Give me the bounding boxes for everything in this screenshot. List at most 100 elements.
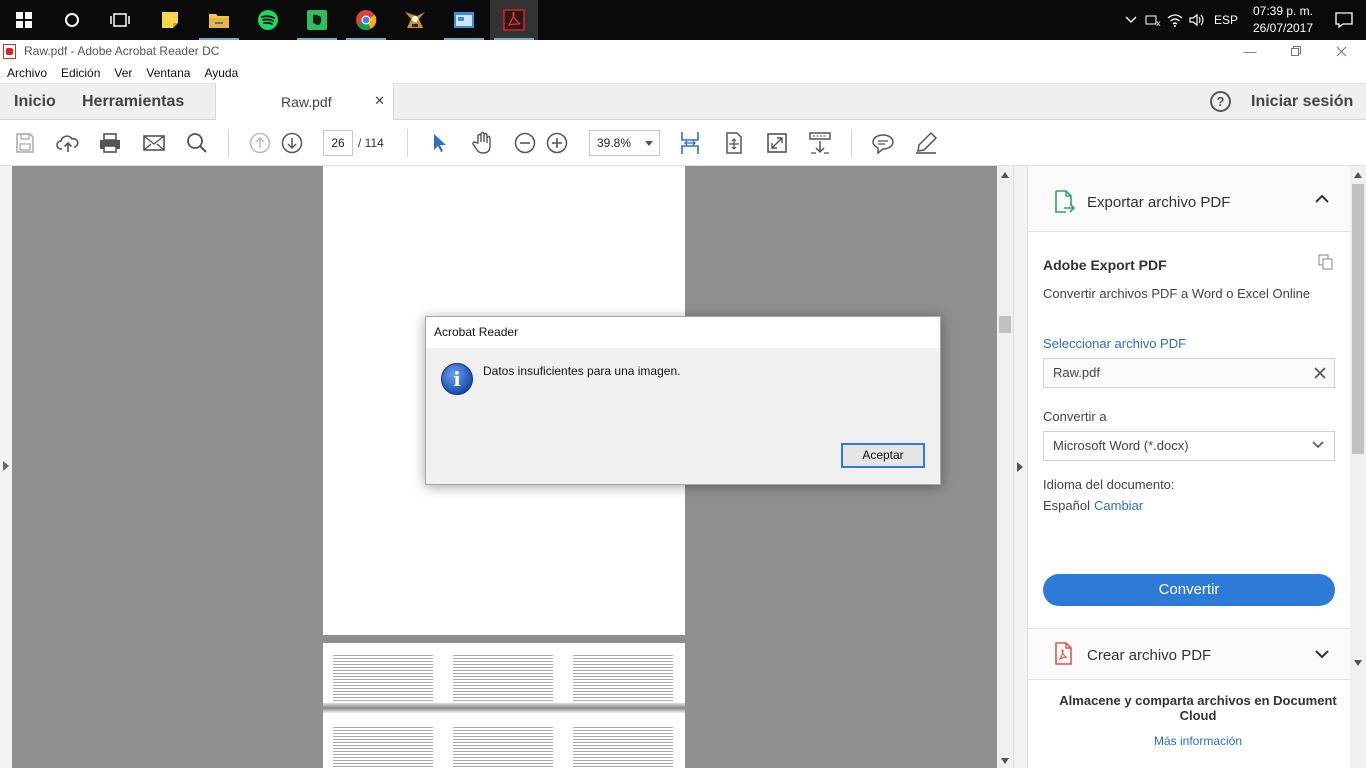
notifications-icon	[1335, 12, 1353, 28]
chevron-down-icon	[1315, 650, 1329, 659]
spotify-icon	[258, 10, 278, 30]
page-text-block	[453, 655, 553, 701]
chevron-up-icon	[1125, 16, 1137, 23]
menu-edicion[interactable]: Edición	[61, 66, 100, 80]
menu-bar: Archivo Edición Ver Ventana Ayuda	[0, 62, 1366, 83]
page-number-input[interactable]: 26	[323, 130, 353, 156]
print-button[interactable]	[98, 131, 122, 155]
signin-link[interactable]: Iniciar sesión	[1251, 93, 1353, 111]
convert-format-select[interactable]: Microsoft Word (*.docx)	[1043, 431, 1335, 461]
help-icon[interactable]: ?	[1210, 91, 1231, 112]
create-pdf-header[interactable]: Crear archivo PDF	[1028, 628, 1351, 680]
expand-left-pane-icon	[3, 461, 9, 471]
ime-icon: x	[1145, 15, 1161, 27]
scroll-down-icon[interactable]	[1354, 660, 1362, 666]
scrollbar-thumb[interactable]	[999, 316, 1011, 333]
save-button[interactable]	[13, 131, 37, 155]
zoom-in-button[interactable]	[545, 131, 569, 155]
change-language-link[interactable]: Cambiar	[1094, 498, 1143, 513]
next-page-button[interactable]	[280, 131, 304, 155]
service-title: Adobe Export PDF	[1043, 257, 1167, 273]
input-language[interactable]: ESP	[1208, 13, 1244, 27]
close-tab-icon[interactable]: ✕	[374, 93, 385, 109]
scroll-down-icon[interactable]	[1001, 758, 1009, 764]
scrollbar-thumb[interactable]	[1352, 184, 1364, 454]
scroll-up-icon[interactable]	[1001, 172, 1009, 178]
document-scrollbar[interactable]	[997, 166, 1013, 768]
menu-ayuda[interactable]: Ayuda	[204, 66, 238, 80]
upload-cloud-button[interactable]	[56, 131, 80, 155]
select-pdf-link[interactable]: Seleccionar archivo PDF	[1043, 336, 1186, 351]
taskbar-evernote[interactable]	[293, 0, 341, 40]
tab-herramientas[interactable]: Herramientas	[82, 84, 184, 120]
taskbar-game[interactable]	[391, 0, 439, 40]
start-button[interactable]	[0, 0, 48, 40]
taskbar-spotify[interactable]	[244, 0, 292, 40]
rotate-view-button[interactable]	[722, 131, 746, 155]
ime-indicator[interactable]: x	[1142, 0, 1164, 40]
toolbar-separator	[228, 129, 229, 157]
zoom-level-select[interactable]: 39.8%	[589, 130, 660, 156]
scroll-mode-button[interactable]	[808, 131, 832, 155]
taskbar-app-window[interactable]	[440, 0, 488, 40]
create-pdf-title: Crear archivo PDF	[1087, 647, 1212, 664]
taskbar-chrome[interactable]	[342, 0, 390, 40]
previous-page-button[interactable]	[248, 131, 272, 155]
fit-page-icon	[681, 132, 699, 154]
wifi-indicator[interactable]	[1164, 0, 1186, 40]
taskbar-file-explorer[interactable]	[195, 0, 243, 40]
select-tool-button[interactable]	[427, 131, 451, 155]
info-icon: i	[441, 363, 473, 395]
export-pdf-header[interactable]: Exportar archivo PDF	[1028, 166, 1351, 232]
pen-icon	[916, 131, 938, 154]
menu-archivo[interactable]: Archivo	[7, 66, 47, 80]
scroll-up-icon[interactable]	[1354, 172, 1362, 178]
search-button[interactable]	[185, 131, 209, 155]
menu-ventana[interactable]: Ventana	[146, 66, 190, 80]
full-screen-button[interactable]	[765, 131, 789, 155]
email-button[interactable]	[142, 131, 166, 155]
clear-file-icon[interactable]	[1313, 366, 1327, 380]
highlight-button[interactable]	[914, 131, 938, 155]
minimize-button[interactable]: —	[1227, 40, 1273, 62]
clock[interactable]: 07:39 p. m. 26/07/2017	[1244, 3, 1322, 37]
title-bar: Raw.pdf - Adobe Acrobat Reader DC —	[0, 40, 1366, 62]
left-pane-toggle[interactable]	[0, 166, 12, 768]
right-pane-toggle[interactable]	[1013, 166, 1027, 768]
close-window-button[interactable]	[1318, 40, 1364, 62]
export-pdf-icon	[1055, 190, 1075, 213]
show-hidden-icons-button[interactable]	[1120, 0, 1142, 40]
toolbar-separator	[407, 129, 408, 157]
menu-ver[interactable]: Ver	[114, 66, 132, 80]
collapse-right-pane-icon	[1017, 462, 1023, 472]
page-text-block	[333, 655, 433, 701]
action-center-button[interactable]	[1322, 0, 1366, 40]
windows-icon	[16, 12, 32, 28]
ok-button[interactable]: Aceptar	[841, 443, 925, 468]
tab-document[interactable]: Raw.pdf ✕	[215, 83, 394, 121]
tools-pane-scrollbar[interactable]	[1350, 166, 1366, 768]
system-tray: x ESP 07:39 p. m. 26/07/2017	[1120, 0, 1366, 40]
selected-file-field[interactable]: Raw.pdf	[1043, 358, 1335, 388]
chevron-down-icon	[1312, 441, 1324, 449]
hand-tool-button[interactable]	[470, 131, 494, 155]
copy-icon[interactable]	[1318, 254, 1334, 270]
volume-indicator[interactable]	[1186, 0, 1208, 40]
tab-inicio[interactable]: Inicio	[14, 84, 56, 120]
restore-button[interactable]	[1273, 40, 1319, 62]
folder-icon	[209, 14, 229, 28]
zoom-out-button[interactable]	[513, 131, 537, 155]
taskbar-sticky-notes[interactable]	[146, 0, 194, 40]
taskbar-acrobat-reader[interactable]	[490, 0, 538, 40]
clock-time: 07:39 p. m.	[1252, 4, 1314, 18]
cloud-upload-icon	[56, 135, 79, 152]
comment-button[interactable]	[871, 131, 895, 155]
cortana-button[interactable]	[48, 0, 96, 40]
window-title: Raw.pdf - Adobe Acrobat Reader DC	[24, 44, 220, 58]
scroll-mode-icon	[809, 132, 831, 154]
convert-button[interactable]: Convertir	[1043, 574, 1335, 606]
selected-file-name: Raw.pdf	[1053, 365, 1100, 380]
task-view-button[interactable]	[96, 0, 144, 40]
fit-page-button[interactable]	[678, 131, 702, 155]
more-info-link[interactable]: Más información	[1028, 734, 1366, 748]
